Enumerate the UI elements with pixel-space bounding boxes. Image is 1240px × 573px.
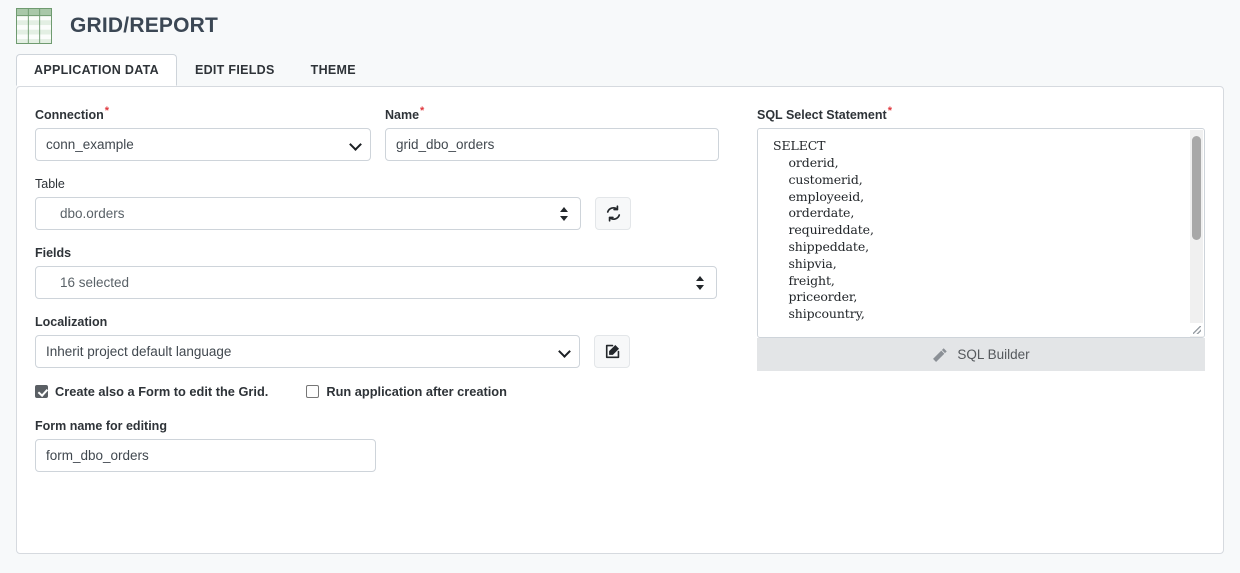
fields-field-group: Fields 16 selected	[35, 246, 735, 299]
sql-resize-handle[interactable]	[1190, 323, 1203, 336]
updown-arrows-icon	[560, 206, 569, 222]
run-application-checkbox[interactable]	[306, 385, 319, 398]
localization-field-group: Localization Inherit project default lan…	[35, 315, 735, 368]
sql-builder-label: SQL Builder	[957, 347, 1029, 362]
tab-application-data[interactable]: APPLICATION DATA	[16, 54, 177, 86]
run-application-checkbox-wrapper[interactable]: Run application after creation	[306, 384, 507, 399]
chevron-down-icon	[560, 347, 569, 356]
fields-label: Fields	[35, 246, 735, 260]
name-input[interactable]: grid_dbo_orders	[385, 128, 719, 161]
refresh-tables-button[interactable]	[595, 197, 631, 230]
table-select[interactable]: dbo.orders	[35, 197, 581, 230]
form-left-column: Connection* conn_example Name* grid_dbo_…	[35, 105, 735, 488]
sql-label: SQL Select Statement*	[757, 105, 1205, 122]
magic-wand-icon	[932, 347, 948, 363]
refresh-icon	[605, 205, 622, 222]
page-header: GRID/REPORT	[0, 0, 1240, 44]
sql-builder-button[interactable]: SQL Builder	[757, 338, 1205, 371]
name-field-group: Name* grid_dbo_orders	[385, 105, 719, 161]
create-form-checkbox-wrapper[interactable]: Create also a Form to edit the Grid.	[35, 384, 268, 399]
form-name-value: form_dbo_orders	[46, 448, 149, 463]
sql-statement-text[interactable]: SELECT orderid, customerid, employeeid, …	[758, 129, 1204, 323]
run-application-checkbox-label: Run application after creation	[326, 384, 507, 399]
table-value: dbo.orders	[46, 206, 125, 221]
edit-localization-button[interactable]	[594, 335, 630, 368]
required-asterisk: *	[105, 105, 109, 117]
connection-field-group: Connection* conn_example	[35, 105, 371, 161]
sql-scrollbar[interactable]	[1190, 130, 1203, 338]
fields-value: 16 selected	[46, 275, 129, 290]
options-checkbox-row: Create also a Form to edit the Grid. Run…	[35, 384, 735, 399]
localization-select[interactable]: Inherit project default language	[35, 335, 580, 368]
form-name-field-group: Form name for editing form_dbo_orders	[35, 419, 735, 472]
tab-edit-fields[interactable]: EDIT FIELDS	[177, 54, 293, 86]
form-name-input[interactable]: form_dbo_orders	[35, 439, 376, 472]
name-label: Name*	[385, 105, 719, 122]
localization-value: Inherit project default language	[46, 344, 231, 359]
create-form-checkbox-label: Create also a Form to edit the Grid.	[55, 384, 268, 399]
application-data-panel: Connection* conn_example Name* grid_dbo_…	[16, 86, 1224, 554]
page-title: GRID/REPORT	[70, 14, 218, 38]
connection-label: Connection*	[35, 105, 371, 122]
name-value: grid_dbo_orders	[396, 137, 494, 152]
sql-textarea-container[interactable]: SELECT orderid, customerid, employeeid, …	[757, 128, 1205, 338]
tab-bar: APPLICATION DATA EDIT FIELDS THEME	[16, 54, 1240, 86]
connection-value: conn_example	[46, 137, 134, 152]
create-form-checkbox[interactable]	[35, 385, 48, 398]
table-field-group: Table dbo.orders	[35, 177, 735, 230]
sql-scrollbar-thumb[interactable]	[1192, 136, 1201, 240]
chevron-down-icon	[351, 140, 360, 149]
fields-select[interactable]: 16 selected	[35, 266, 717, 299]
form-name-label: Form name for editing	[35, 419, 735, 433]
connection-select[interactable]: conn_example	[35, 128, 371, 161]
tab-theme[interactable]: THEME	[293, 54, 374, 86]
required-asterisk: *	[888, 105, 892, 117]
required-asterisk: *	[420, 105, 424, 117]
table-label: Table	[35, 177, 735, 191]
updown-arrows-icon	[696, 275, 705, 291]
sql-right-column: SQL Select Statement* SELECT orderid, cu…	[757, 105, 1205, 488]
localization-label: Localization	[35, 315, 735, 329]
grid-table-icon	[16, 8, 52, 44]
edit-pencil-icon	[604, 343, 621, 360]
